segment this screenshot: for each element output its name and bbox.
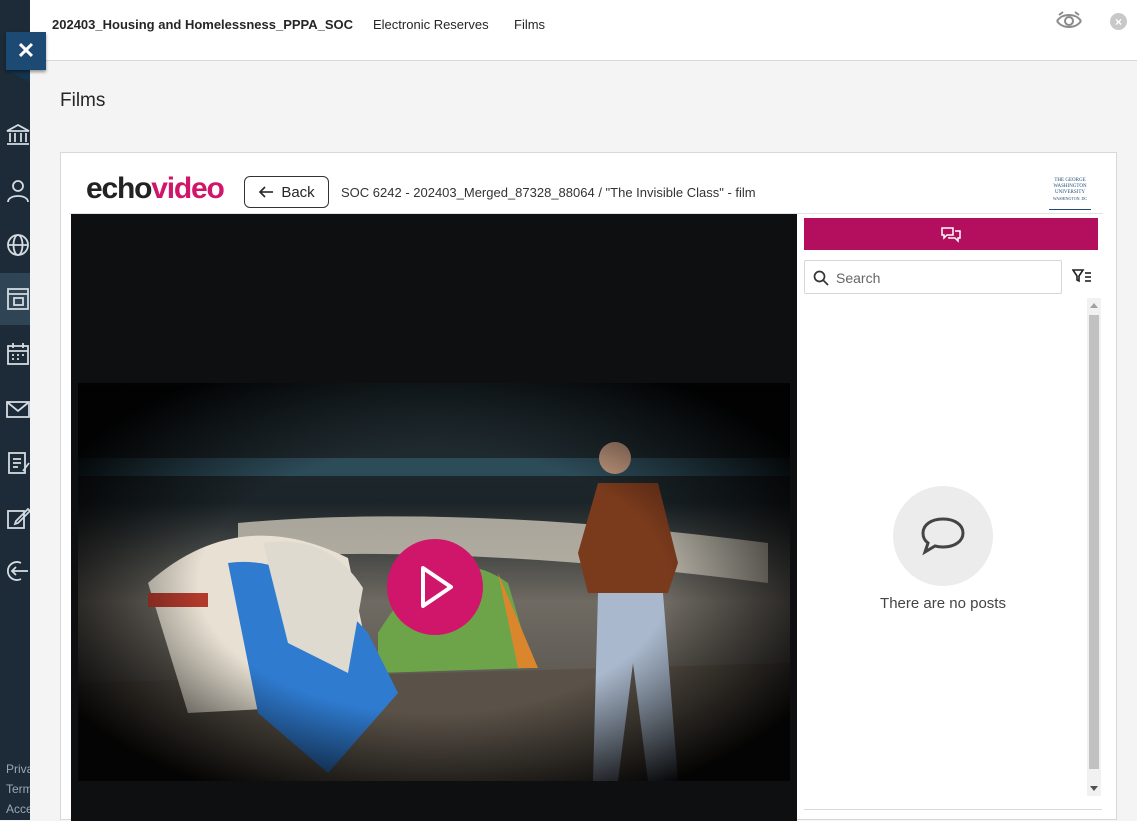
scroll-thumb[interactable] [1089,315,1099,769]
terms-link[interactable]: Term [6,782,30,796]
discussion-sidebar: There are no posts [804,214,1104,821]
breadcrumb-films[interactable]: Films [514,17,545,32]
content-panel: 202403_Housing and Homelessness_PPPA_SOC… [30,0,1137,821]
posts-list: There are no posts [804,298,1100,810]
echovideo-logo: echovideo [86,172,225,205]
back-button-label: Back [281,183,315,201]
accessibility-link[interactable]: Acce [6,802,30,816]
close-panel-button[interactable]: ✕ [6,32,46,70]
sidebar-divider [804,809,1102,810]
echo-header: echovideo Back SOC 6242 - 202403_Merged_… [69,169,1103,214]
university-logo: THE GEORGE WASHINGTON UNIVERSITY WASHING… [1049,178,1091,210]
back-button[interactable]: Back [244,176,329,208]
privacy-link[interactable]: Priva [6,762,30,776]
sign-out-icon[interactable] [4,557,30,585]
posts-scrollbar[interactable] [1087,298,1101,796]
course-title[interactable]: 202403_Housing and Homelessness_PPPA_SOC [52,17,353,32]
profile-icon[interactable] [4,177,30,205]
left-navigation: Priva Term Acce [0,0,30,820]
chat-bubbles-icon [941,227,961,243]
play-icon [421,566,453,608]
student-preview-icon[interactable] [1055,10,1083,32]
grades-icon[interactable] [4,449,30,477]
edit-icon[interactable] [4,504,30,532]
messages-icon[interactable] [4,395,30,423]
calendar-icon[interactable] [4,340,30,368]
video-player[interactable] [71,214,797,821]
media-breadcrumb: SOC 6242 - 202403_Merged_87328_88064 / "… [341,185,756,200]
close-icon: ✕ [16,38,36,63]
close-button-fold [6,70,30,82]
institution-icon[interactable] [4,121,30,149]
scroll-down-arrow[interactable] [1090,786,1098,791]
globe-icon[interactable] [4,231,30,259]
search-field[interactable] [804,260,1062,294]
echo-video-frame: echovideo Back SOC 6242 - 202403_Merged_… [60,152,1117,821]
search-icon [813,270,829,286]
empty-posts-badge [893,486,993,586]
page-title: Films [60,90,106,111]
empty-posts-message: There are no posts [880,595,1006,612]
breadcrumb-electronic-reserves[interactable]: Electronic Reserves [373,17,489,32]
search-input[interactable] [836,267,1056,289]
comment-icon [921,517,965,556]
arrow-left-icon [259,186,274,198]
scroll-up-arrow[interactable] [1090,303,1098,308]
panel-header: 202403_Housing and Homelessness_PPPA_SOC… [30,0,1137,61]
discussions-tab[interactable] [804,218,1098,250]
close-circle-icon[interactable]: × [1110,13,1127,30]
courses-icon[interactable] [4,285,30,313]
play-button[interactable] [387,539,483,635]
filter-icon[interactable] [1071,268,1092,286]
